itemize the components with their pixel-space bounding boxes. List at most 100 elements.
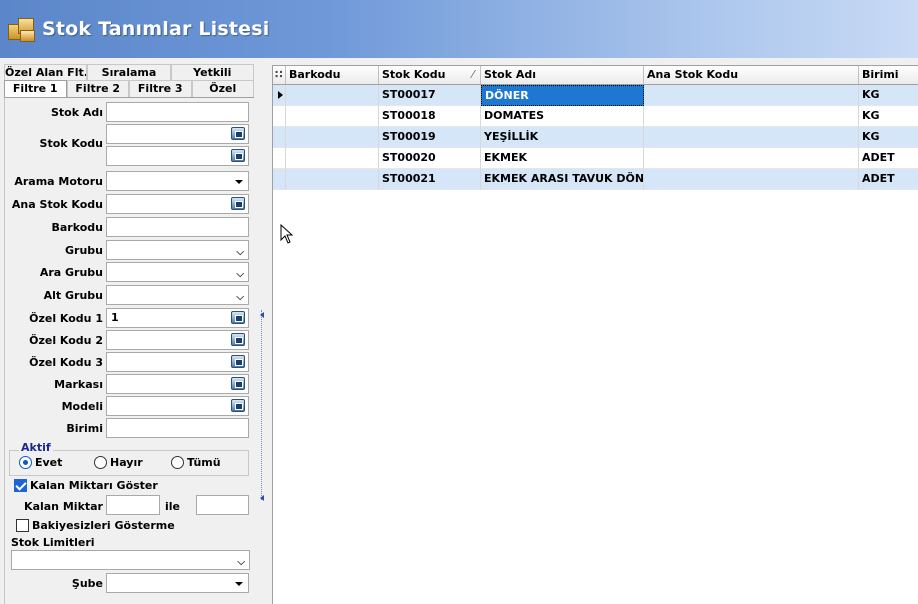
radio-tumu[interactable]: Tümü <box>171 456 221 469</box>
col-stok-kodu-label: Stok Kodu <box>382 68 446 81</box>
barkodu-input[interactable] <box>106 217 249 237</box>
table-row[interactable]: ST00020 EKMEK ADET <box>273 148 918 169</box>
picker-icon[interactable] <box>231 333 245 346</box>
stok-limitleri-select[interactable]: ⌵ <box>11 550 250 570</box>
cell-ana-stok-kodu[interactable] <box>644 148 859 169</box>
label-ile: ile <box>164 500 180 513</box>
table-row[interactable]: ST00018 DOMATES KG <box>273 106 918 127</box>
tab-siralama[interactable]: Sıralama <box>87 64 171 80</box>
row-indicator <box>273 127 286 148</box>
radio-evet[interactable]: Evet <box>19 456 62 469</box>
cell-barkodu[interactable] <box>286 127 379 148</box>
cell-stok-adi[interactable]: EKMEK <box>481 148 644 169</box>
tab-row-1: Özel Alan Flt. Sıralama Yetkili <box>4 64 254 80</box>
chevron-down-icon: ⌵ <box>236 269 244 280</box>
cell-ana-stok-kodu[interactable] <box>644 106 859 127</box>
ozel-kodu-1-input[interactable]: 1 <box>106 308 249 328</box>
cell-barkodu[interactable] <box>286 85 379 106</box>
chevron-down-icon: ⌵ <box>236 292 244 303</box>
splitter-grip[interactable] <box>261 310 264 500</box>
table-row[interactable]: ST00021 EKMEK ARASI TAVUK DÖNER ADET <box>273 169 918 190</box>
picker-icon[interactable] <box>231 149 245 162</box>
grubu-select[interactable]: ⌵ <box>106 240 249 260</box>
col-stok-kodu[interactable]: Stok Kodu ⁄ <box>379 66 481 84</box>
col-stok-adi[interactable]: Stok Adı <box>481 66 644 84</box>
filter-panel: Özel Alan Flt. Sıralama Yetkili Filtre 1… <box>0 58 256 604</box>
col-birimi[interactable]: Birimi <box>859 66 918 84</box>
cell-stok-kodu[interactable]: ST00018 <box>379 106 481 127</box>
stok-adi-input[interactable] <box>106 102 249 122</box>
cell-birimi[interactable]: ADET <box>859 169 918 190</box>
arama-motoru-select[interactable] <box>106 171 249 191</box>
ana-stok-kodu-input[interactable] <box>106 194 249 214</box>
tab-filtre-1[interactable]: Filtre 1 <box>4 80 67 97</box>
ara-grubu-select[interactable]: ⌵ <box>106 262 249 282</box>
table-row[interactable]: ST00017 DÖNER KG <box>273 85 918 106</box>
radio-unselected-icon <box>94 456 107 469</box>
cell-stok-kodu[interactable]: ST00020 <box>379 148 481 169</box>
cell-ana-stok-kodu[interactable] <box>644 169 859 190</box>
cell-barkodu[interactable] <box>286 148 379 169</box>
alt-grubu-select[interactable]: ⌵ <box>106 285 249 305</box>
picker-icon[interactable] <box>231 399 245 412</box>
label-stok-limitleri: Stok Limitleri <box>11 536 95 549</box>
kalan-miktar-max-input[interactable] <box>196 495 249 515</box>
picker-icon[interactable] <box>231 355 245 368</box>
cell-stok-adi[interactable]: EKMEK ARASI TAVUK DÖNER <box>481 169 644 190</box>
radio-hayir-label: Hayır <box>110 456 143 469</box>
label-sube: Şube <box>71 577 103 590</box>
cell-stok-adi[interactable]: DÖNER <box>481 85 644 106</box>
splitter-arrow-icon[interactable] <box>260 312 264 318</box>
col-barkodu[interactable]: Barkodu <box>286 66 379 84</box>
tab-filtre-2[interactable]: Filtre 2 <box>66 80 129 97</box>
bakiyesizleri-gosterme-checkbox[interactable]: Bakiyesizleri Gösterme <box>16 519 175 532</box>
ozel-kodu-3-input[interactable] <box>106 352 249 372</box>
cell-birimi[interactable]: ADET <box>859 148 918 169</box>
radio-unselected-icon <box>171 456 184 469</box>
label-modeli: Modeli <box>61 400 103 413</box>
picker-icon[interactable] <box>231 127 245 140</box>
cell-barkodu[interactable] <box>286 169 379 190</box>
kalan-miktari-goster-checkbox[interactable]: Kalan Miktarı Göster <box>14 479 158 492</box>
mouse-cursor-icon <box>280 224 294 244</box>
tab-ozel-alan-flt[interactable]: Özel Alan Flt. <box>4 64 88 80</box>
cell-stok-adi[interactable]: DOMATES <box>481 106 644 127</box>
tab-ozel[interactable]: Özel <box>191 80 254 97</box>
panel-splitter[interactable] <box>256 58 270 604</box>
birimi-input[interactable] <box>106 418 249 438</box>
cell-stok-kodu[interactable]: ST00021 <box>379 169 481 190</box>
cell-birimi[interactable]: KG <box>859 127 918 148</box>
markasi-input[interactable] <box>106 374 249 394</box>
cell-birimi[interactable]: KG <box>859 106 918 127</box>
modeli-input[interactable] <box>106 396 249 416</box>
label-kalan-miktar: Kalan Miktar <box>24 500 103 513</box>
cell-ana-stok-kodu[interactable] <box>644 85 859 106</box>
table-row[interactable]: ST00019 YEŞİLLİK KG <box>273 127 918 148</box>
cell-birimi[interactable]: KG <box>859 85 918 106</box>
radio-hayir[interactable]: Hayır <box>94 456 143 469</box>
cell-stok-kodu[interactable]: ST00017 <box>379 85 481 106</box>
label-markasi: Markası <box>54 378 103 391</box>
sube-select[interactable] <box>106 573 249 593</box>
stok-kodu-end-input[interactable] <box>106 146 249 166</box>
tab-yetkili[interactable]: Yetkili <box>170 64 254 80</box>
splitter-arrow-icon[interactable] <box>260 495 264 501</box>
label-ana-stok-kodu: Ana Stok Kodu <box>11 198 103 211</box>
picker-icon[interactable] <box>231 197 245 210</box>
ozel-kodu-2-input[interactable] <box>106 330 249 350</box>
row-indicator <box>273 106 286 127</box>
stok-kodu-start-input[interactable] <box>106 124 249 144</box>
picker-icon[interactable] <box>231 377 245 390</box>
sort-icon: ⁄ <box>472 68 474 81</box>
label-stok-adi: Stok Adı <box>50 106 103 119</box>
label-barkodu: Barkodu <box>51 221 103 234</box>
tab-filtre-3[interactable]: Filtre 3 <box>129 80 192 97</box>
picker-icon[interactable] <box>231 311 245 324</box>
cell-stok-adi[interactable]: YEŞİLLİK <box>481 127 644 148</box>
chevron-down-icon: ⌵ <box>237 557 245 568</box>
checkbox-unchecked-icon <box>16 519 29 532</box>
cell-barkodu[interactable] <box>286 106 379 127</box>
cell-ana-stok-kodu[interactable] <box>644 127 859 148</box>
cell-stok-kodu[interactable]: ST00019 <box>379 127 481 148</box>
col-ana-stok-kodu[interactable]: Ana Stok Kodu <box>644 66 859 84</box>
